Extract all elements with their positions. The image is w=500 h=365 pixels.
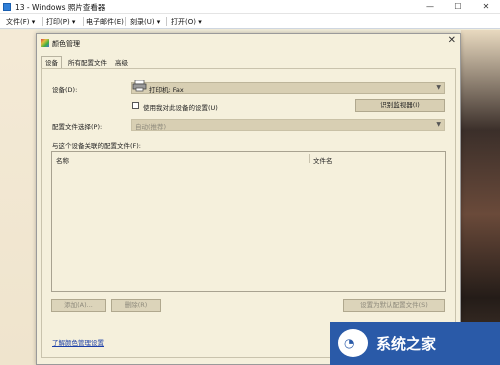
menu-divider <box>166 17 167 26</box>
dialog-close-button[interactable]: ✕ <box>448 35 456 46</box>
chevron-down-icon: ▼ <box>436 84 441 91</box>
menu-print[interactable]: 打印(P) ▾ <box>46 17 75 27</box>
identify-monitors-button[interactable]: 识别监视器(I) <box>355 99 445 112</box>
add-button[interactable]: 添加(A)... <box>51 299 106 312</box>
device-select[interactable]: 打印机: Fax ▼ <box>131 80 445 94</box>
column-header-name[interactable]: 名称 <box>56 155 69 165</box>
use-my-settings-label: 使用我对此设备的设置(U) <box>143 104 218 112</box>
watermark-logo-icon: ◔ <box>338 329 368 357</box>
maximize-button[interactable]: ☐ <box>444 0 472 14</box>
associated-profiles-label: 与这个设备关联的配置文件(F): <box>52 142 142 150</box>
menu-file[interactable]: 文件(F) ▾ <box>6 17 35 27</box>
menu-burn[interactable]: 刻录(U) ▾ <box>130 17 160 27</box>
profile-selection-value: 自动(推荐) <box>135 123 167 131</box>
photo-viewer-icon <box>3 3 11 11</box>
window-title: 13 - Windows 照片查看器 <box>15 3 106 12</box>
profile-selection-label: 配置文件选择(P): <box>52 123 103 131</box>
use-my-settings-checkbox[interactable] <box>132 102 139 109</box>
close-button[interactable]: ✕ <box>472 0 500 14</box>
color-management-dialog: 颜色管理 ✕ 设备 所有配置文件 高级 设备(D): 打印机: Fax ▼ 使用… <box>36 33 461 365</box>
set-default-profile-button[interactable]: 设置为默认配置文件(S) <box>343 299 445 312</box>
menu-divider <box>125 17 126 26</box>
photo-background-left <box>0 30 36 365</box>
device-label: 设备(D): <box>52 86 78 94</box>
column-header-filename[interactable]: 文件名 <box>313 155 333 165</box>
photo-background-right <box>461 30 500 365</box>
remove-button[interactable]: 删除(R) <box>111 299 161 312</box>
menu-bar: 文件(F) ▾ 打印(P) ▾ 电子邮件(E) 刻录(U) ▾ 打开(O) ▾ <box>0 14 500 29</box>
dialog-title: 颜色管理 <box>52 40 80 48</box>
column-divider <box>309 154 310 163</box>
understand-color-settings-link[interactable]: 了解颜色管理设置 <box>52 337 104 347</box>
chevron-down-icon: ▼ <box>436 121 441 128</box>
minimize-button[interactable]: — <box>416 0 444 14</box>
title-bar: 13 - Windows 照片查看器 — ☐ ✕ <box>0 0 500 14</box>
watermark-logo: ◔ 系统之家 <box>330 322 500 365</box>
device-value: 打印机: Fax <box>149 86 184 94</box>
printer-icon <box>132 80 147 92</box>
associated-profiles-list[interactable]: 名称 文件名 <box>51 151 446 292</box>
watermark-text: 系统之家 <box>376 335 437 353</box>
menu-open[interactable]: 打开(O) ▾ <box>171 17 202 27</box>
menu-divider <box>83 17 84 26</box>
menu-email[interactable]: 电子邮件(E) <box>86 17 124 27</box>
color-management-icon <box>41 39 49 47</box>
menu-divider <box>42 17 43 26</box>
profile-selection-select[interactable]: 自动(推荐) ▼ <box>131 119 445 131</box>
